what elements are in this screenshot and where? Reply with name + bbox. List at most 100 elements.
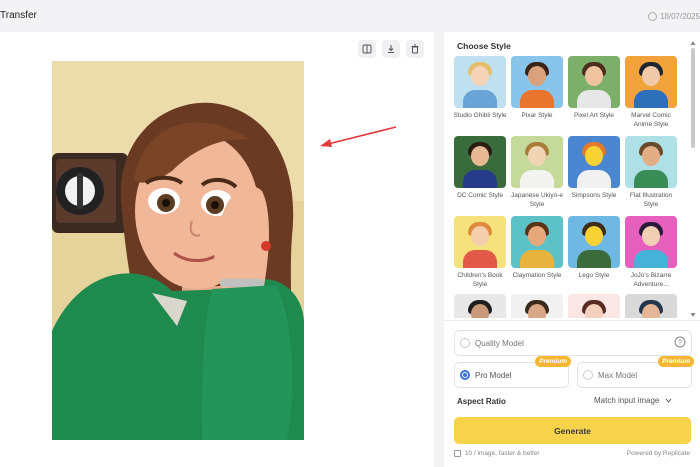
figure-head — [528, 66, 546, 86]
style-label: JoJo's Bizarre Adventure... — [630, 272, 672, 288]
chevron-down-icon — [665, 398, 672, 403]
style-label: Pixel Art Style — [573, 112, 615, 119]
style-option[interactable]: Studio Ghibli Style — [452, 56, 508, 120]
figure-head — [471, 226, 489, 246]
generate-button[interactable]: Generate — [454, 417, 691, 444]
style-thumbnail — [568, 56, 620, 108]
pro-model-option[interactable]: Pro Model Premium — [454, 356, 571, 388]
style-label: DC Comic Style — [457, 192, 503, 199]
aspect-ratio-select[interactable]: Match input image — [594, 396, 672, 405]
red-arrow-icon — [320, 126, 397, 147]
style-option[interactable]: Claymation Style — [509, 216, 565, 280]
quality-model-label: Quality Model — [475, 339, 524, 348]
style-option[interactable]: DC Comic Style — [452, 136, 508, 200]
figure-head — [471, 304, 489, 318]
choose-style-heading: Choose Style — [457, 41, 511, 51]
style-option[interactable]: Simpsons Style — [566, 136, 622, 200]
style-option[interactable] — [452, 294, 508, 318]
figure-body — [520, 90, 554, 108]
quality-model-option[interactable]: Quality Model ? — [454, 330, 692, 356]
style-option[interactable]: JoJo's Bizarre Adventure... — [623, 216, 679, 289]
style-thumbnail — [511, 216, 563, 268]
style-thumbnail — [454, 216, 506, 268]
style-option[interactable]: Lego Style — [566, 216, 622, 280]
style-option[interactable]: Pixar Style — [509, 56, 565, 120]
top-bar: Transfer 18/07/2025 — [0, 0, 700, 30]
powered-by: Powered by Replicate — [626, 450, 690, 457]
style-option[interactable] — [509, 294, 565, 318]
style-thumbnail — [454, 294, 506, 318]
date-stamp: 18/07/2025 — [647, 12, 700, 21]
style-label: Japanese Ukiyo-e Style — [510, 192, 564, 208]
pro-radio-selected[interactable] — [460, 370, 470, 380]
max-model-option[interactable]: Max Model Premium — [577, 356, 694, 388]
max-model-label: Max Model — [598, 371, 638, 380]
figure-body — [463, 90, 497, 108]
figure-head — [585, 226, 603, 246]
delete-button[interactable] — [406, 40, 424, 58]
style-option[interactable]: Japanese Ukiyo-e Style — [509, 136, 565, 209]
credit-icon — [454, 450, 461, 457]
style-thumbnail — [568, 294, 620, 318]
figure-head — [528, 304, 546, 318]
figure-head — [642, 146, 660, 166]
figure-head — [642, 226, 660, 246]
premium-badge: Premium — [658, 356, 694, 367]
aspect-ratio-value: Match input image — [594, 396, 660, 405]
trash-icon — [411, 44, 419, 54]
divider — [444, 320, 700, 321]
figure-head — [642, 304, 660, 318]
figure-head — [642, 66, 660, 86]
figure-head — [471, 146, 489, 166]
style-thumbnail — [625, 216, 677, 268]
style-thumbnail — [625, 136, 677, 188]
style-label: Studio Ghibli Style — [453, 112, 507, 119]
figure-body — [634, 90, 668, 108]
cost-info: 10 / image, faster & better — [454, 450, 540, 457]
figure-head — [585, 304, 603, 318]
style-option[interactable]: Children's Book Style — [452, 216, 508, 289]
style-grid: Studio Ghibli Style Pixar Style Pixel Art … — [444, 52, 692, 318]
help-icon[interactable]: ? — [674, 336, 686, 348]
style-label: Children's Book Style — [457, 272, 503, 288]
style-option[interactable] — [566, 294, 622, 318]
style-scrollbar[interactable] — [690, 40, 696, 318]
figure-body — [463, 250, 497, 268]
style-option[interactable]: Pixel Art Style — [566, 56, 622, 120]
result-image — [52, 61, 304, 440]
figure-head — [585, 66, 603, 86]
style-label: Simpsons Style — [571, 192, 617, 199]
cartoon-portrait-illustration — [52, 61, 304, 440]
style-label: Claymation Style — [512, 272, 562, 279]
compare-icon — [362, 44, 372, 54]
download-button[interactable] — [382, 40, 400, 58]
aspect-ratio-label: Aspect Ratio — [457, 397, 506, 406]
max-radio[interactable] — [583, 370, 593, 380]
figure-body — [577, 250, 611, 268]
style-option[interactable] — [623, 294, 679, 318]
premium-badge: Premium — [535, 356, 571, 367]
figure-head — [471, 66, 489, 86]
svg-text:?: ? — [678, 340, 682, 347]
figure-body — [520, 250, 554, 268]
style-thumbnail — [511, 56, 563, 108]
scroll-thumb[interactable] — [691, 48, 695, 148]
style-thumbnail — [568, 216, 620, 268]
style-thumbnail — [511, 136, 563, 188]
page-title: Transfer — [0, 10, 37, 21]
download-icon — [388, 45, 394, 53]
figure-body — [463, 170, 497, 188]
style-label: Marvel Comic Anime Style — [631, 112, 671, 128]
scroll-up-icon[interactable] — [690, 40, 696, 46]
pro-model-label: Pro Model — [475, 371, 512, 380]
style-label: Flat Illustration Style — [629, 192, 673, 208]
scroll-down-icon[interactable] — [690, 312, 696, 318]
style-thumbnail — [625, 56, 677, 108]
quality-radio[interactable] — [460, 338, 470, 348]
clock-icon — [647, 12, 657, 21]
compare-button[interactable] — [358, 40, 376, 58]
figure-body — [634, 250, 668, 268]
style-option[interactable]: Marvel Comic Anime Style — [623, 56, 679, 129]
style-option[interactable]: Flat Illustration Style — [623, 136, 679, 209]
date-text: 18/07/2025 — [659, 12, 700, 21]
